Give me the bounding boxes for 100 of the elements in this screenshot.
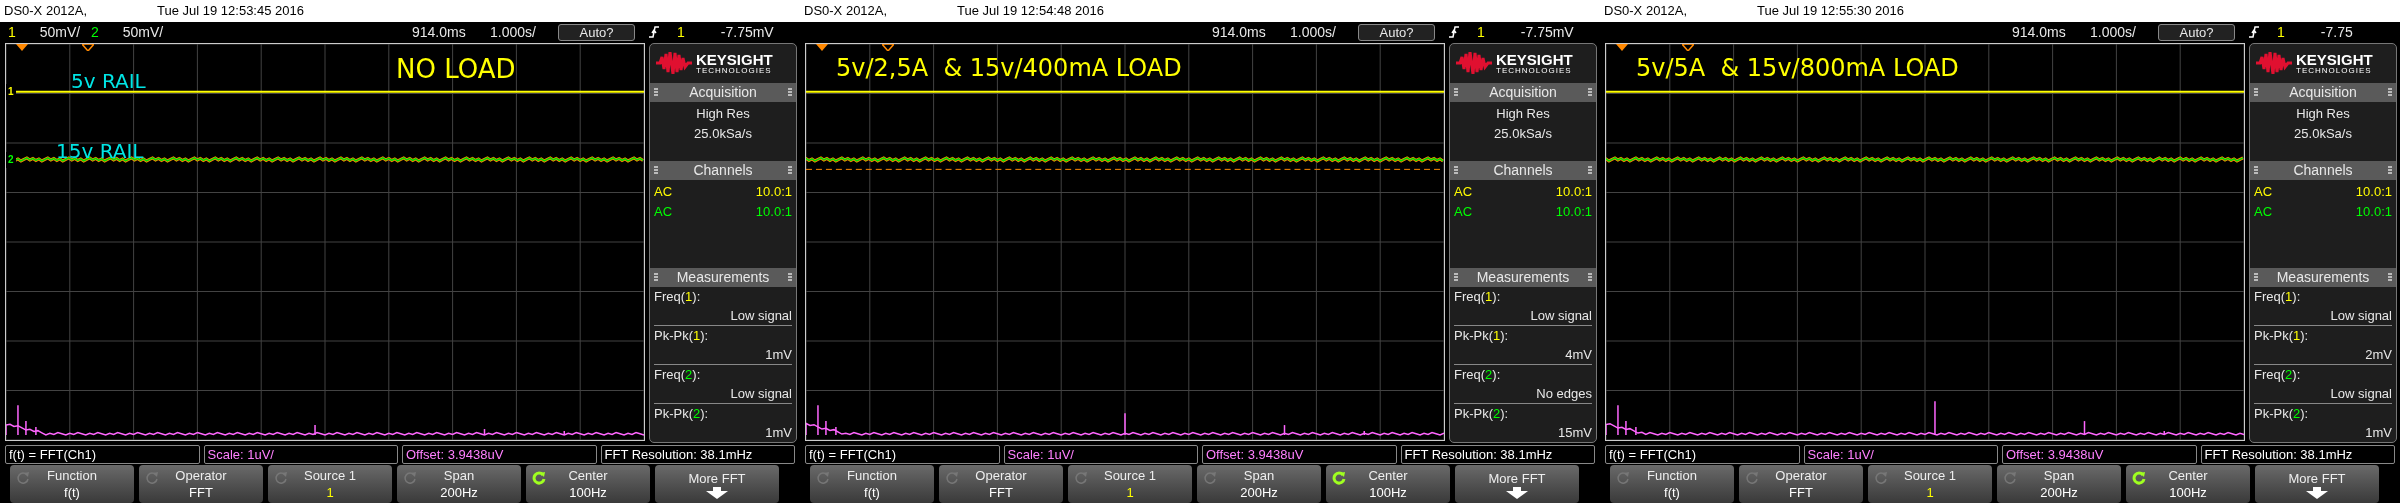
acquisition-text: 25.0kSa/s	[1494, 124, 1552, 143]
info-field: f(t) = FFT(Ch1)	[805, 445, 1000, 464]
delay-marker-icon	[82, 44, 94, 51]
measurement-value: 1mV	[764, 424, 792, 442]
logo-icon	[1456, 52, 1492, 75]
trigger-level: -7.75	[2320, 22, 2353, 42]
channel-probe-ratio: 10.0:1	[755, 182, 792, 201]
trigger-mode-button[interactable]: Auto?	[1358, 23, 1435, 41]
grip-icon	[1588, 273, 1592, 282]
measurement-label: Pk-Pk(2):	[2254, 405, 2310, 423]
softkey-button[interactable]: Source 1 1	[268, 465, 392, 503]
info-field: Offset: 3.9438uV	[1202, 445, 1397, 464]
softkey-button[interactable]: Span 200Hz	[1997, 465, 2121, 503]
channel-probe-ratio: 10.0:1	[1555, 202, 1592, 221]
softkey-button[interactable]: Span 200Hz	[1197, 465, 1321, 503]
section-title: Channels	[693, 160, 753, 180]
measurement-label: Pk-Pk(1):	[2254, 327, 2310, 345]
channel-marker: 1	[6, 84, 16, 100]
channel-number: 2	[91, 22, 99, 42]
vertical-scale: 50mV/	[122, 22, 164, 42]
rising-edge-icon	[649, 26, 659, 38]
grip-icon	[2254, 166, 2258, 175]
channel-probe-ratio: 10.0:1	[2355, 182, 2392, 201]
measurement-value: Low signal	[2329, 307, 2392, 325]
softkey-button[interactable]: Span 200Hz	[397, 465, 521, 503]
section-title: Channels	[2293, 160, 2353, 180]
timebase-value: 1.000s/	[490, 22, 537, 42]
measurement-label: Pk-Pk(1):	[654, 327, 710, 345]
grip-icon	[1454, 166, 1458, 175]
model-name: DS0-X 2012A,	[1603, 2, 1689, 21]
grip-icon	[2388, 273, 2392, 282]
trigger-mode-button[interactable]: Auto?	[558, 23, 635, 41]
channel-probe-ratio: 10.0:1	[1555, 182, 1592, 201]
brand-name: KEYSIGHT	[2296, 51, 2373, 67]
softkey-button[interactable]: Operator FFT	[939, 465, 1063, 503]
channel-number: 1	[8, 22, 16, 42]
softkey-button[interactable]: Function f(t)	[810, 465, 934, 503]
trigger-level: -7.75mV	[720, 22, 774, 42]
delay-value: 914.0ms	[1212, 22, 1267, 42]
rising-edge-icon	[1449, 26, 1459, 38]
measurement-value: 4mV	[1564, 346, 1592, 364]
trigger-position-icon	[1616, 44, 1628, 51]
grip-icon	[2388, 88, 2392, 97]
info-field: Scale: 1uV/	[1803, 445, 1998, 464]
more-fft-button[interactable]: More FFT	[1455, 465, 1579, 503]
more-fft-button[interactable]: More FFT	[2255, 465, 2379, 503]
rising-edge-icon	[2249, 26, 2259, 38]
grip-icon	[654, 273, 658, 282]
trigger-source: 1	[2277, 22, 2285, 42]
info-field: FFT Resolution: 38.1mHz	[1400, 445, 1595, 464]
section-title: Measurements	[676, 268, 770, 287]
softkey-button[interactable]: Center 100Hz	[526, 465, 650, 503]
softkey-button[interactable]: Center 100Hz	[1326, 465, 1450, 503]
measurement-label: Pk-Pk(1):	[1454, 327, 1510, 345]
grip-icon	[2254, 88, 2258, 97]
softkey-button[interactable]: Operator FFT	[139, 465, 263, 503]
trigger-mode-button[interactable]: Auto?	[2158, 23, 2235, 41]
softkey-button[interactable]: Source 1 1	[1868, 465, 1992, 503]
channel-coupling: AC	[1454, 202, 1473, 221]
channel-probe-ratio: 10.0:1	[2355, 202, 2392, 221]
more-fft-button[interactable]: More FFT	[655, 465, 779, 503]
section-title: Acquisition	[2289, 82, 2357, 102]
grip-icon	[654, 88, 658, 97]
section-title: Measurements	[1476, 268, 1570, 287]
info-field: Offset: 3.9438uV	[2002, 445, 2197, 464]
measurement-label: Freq(1):	[654, 288, 702, 306]
brand-subtitle: TECHNOLOGIES	[1496, 66, 1573, 75]
grip-icon	[788, 166, 792, 175]
softkey-button[interactable]: Function f(t)	[10, 465, 134, 503]
grip-icon	[1454, 88, 1458, 97]
section-title: Channels	[1493, 160, 1553, 180]
trigger-level: -7.75mV	[1520, 22, 1574, 42]
down-arrow-icon	[1506, 486, 1528, 499]
annotation-text: 5v RAIL	[71, 68, 146, 95]
measurement-value: Low signal	[1529, 307, 1592, 325]
delay-value: 914.0ms	[412, 22, 467, 42]
softkey-button[interactable]: Source 1 1	[1068, 465, 1192, 503]
measurement-label: Freq(2):	[654, 366, 702, 384]
brand-subtitle: TECHNOLOGIES	[2296, 66, 2373, 75]
grip-icon	[2388, 166, 2392, 175]
measurement-label: Freq(1):	[1454, 288, 1502, 306]
annotation-text: 15v RAIL	[56, 138, 144, 165]
info-field: FFT Resolution: 38.1mHz	[600, 445, 795, 464]
channel-coupling: AC	[2254, 182, 2273, 201]
grip-icon	[1588, 88, 1592, 97]
annotation-text: 5v/5A & 15v/800mA LOAD	[1636, 53, 1959, 84]
model-name: DS0-X 2012A,	[803, 2, 889, 21]
vertical-scale: 50mV/	[39, 22, 81, 42]
grip-icon	[1588, 166, 1592, 175]
timestamp: Tue Jul 19 12:53:45 2016	[157, 2, 304, 21]
trigger-position-icon	[816, 44, 828, 51]
grip-icon	[2254, 273, 2258, 282]
info-field: f(t) = FFT(Ch1)	[1605, 445, 1800, 464]
softkey-button[interactable]: Function f(t)	[1610, 465, 1734, 503]
measurement-value: Low signal	[729, 307, 792, 325]
softkey-button[interactable]: Center 100Hz	[2126, 465, 2250, 503]
timestamp: Tue Jul 19 12:55:30 2016	[1757, 2, 1904, 21]
info-field: f(t) = FFT(Ch1)	[5, 445, 200, 464]
softkey-button[interactable]: Operator FFT	[1739, 465, 1863, 503]
grip-icon	[788, 273, 792, 282]
